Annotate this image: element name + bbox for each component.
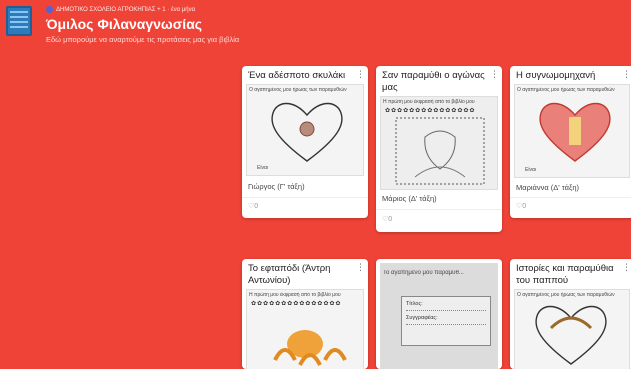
star-border: ✿✿✿✿✿✿✿✿✿✿✿✿✿✿✿ [251, 301, 342, 307]
drawn-heart [271, 102, 343, 162]
like-count[interactable]: ♡0 [516, 202, 526, 210]
thumb-header: Ο αγαπημένος μου ήρωας των παραμυθιών [517, 87, 615, 93]
like-count[interactable]: ♡0 [382, 215, 392, 223]
post-image[interactable]: Το αγαπημένο μου παραμύθ... Τίτλος: Συγγ… [380, 263, 498, 369]
kebab-icon[interactable]: ⋮ [622, 262, 631, 273]
post-card[interactable]: Ένα αδέσποτο σκυλάκι ⋮ Ο αγαπημένος μου … [242, 66, 368, 218]
author-avatar[interactable] [46, 6, 53, 13]
post-image[interactable]: Η πρώτη μου έκφρασή από το βιβλίο μου ✿✿… [380, 96, 498, 190]
post-title: Ιστορίες και παραμύθια του παππού [516, 263, 614, 286]
thumb-header: Το αγαπημένο μου παραμύθ... [383, 270, 464, 276]
post-author: Γιώργος (Γ' τάξη) [248, 182, 305, 191]
board-title: Όμιλος Φιλαναγνωσίας [46, 16, 203, 32]
kebab-icon[interactable]: ⋮ [356, 262, 365, 273]
like-number: 0 [254, 203, 259, 210]
kebab-icon[interactable]: ⋮ [622, 69, 631, 80]
star-border: ✿✿✿✿✿✿✿✿✿✿✿✿✿✿✿ [385, 108, 476, 114]
board-logo-icon [6, 6, 32, 36]
thumb-header: Η πρώτη μου έκφρασή από το βιβλίο μου [249, 292, 341, 298]
thumb-line: Τίτλος: [406, 301, 423, 307]
post-title: Το εφταπόδι (Άντρη Αντωνίου) [248, 263, 331, 286]
post-image[interactable]: Ο αγαπημένος μου ήρωας των παραμυθιών Εί… [514, 84, 630, 178]
thumb-header: Ο αγαπημένος μου ήρωας των παραμυθιών [249, 87, 347, 93]
post-card[interactable]: Το εφταπόδι (Άντρη Αντωνίου) ⋮ Η πρώτη μ… [242, 259, 368, 369]
post-image[interactable]: Ο αγαπημένος μου ήρωας των παραμυθιών [514, 289, 630, 369]
post-image[interactable]: Ο αγαπημένος μου ήρωας των παραμυθιών Εί… [246, 84, 364, 176]
octopus-drawing [273, 330, 347, 366]
board-subtitle: Εδώ μπορούμε να αναρτούμε τις προτάσεις … [46, 35, 240, 44]
like-bar [376, 209, 502, 232]
like-number: 0 [522, 203, 527, 210]
post-title: Η συγνωμομηχανή [516, 70, 596, 81]
post-card[interactable]: Η συγνωμομηχανή ⋮ Ο αγαπημένος μου ήρωας… [510, 66, 631, 218]
like-bar [510, 197, 631, 218]
post-image[interactable]: Η πρώτη μου έκφρασή από το βιβλίο μου ✿✿… [246, 289, 364, 369]
thumb-footer: Είναι [525, 167, 536, 173]
post-card[interactable]: ⋮ Το αγαπημένο μου παραμύθ... Τίτλος: Συ… [376, 259, 502, 369]
post-card[interactable]: Σαν παραμύθι ο αγώνας μας ⋮ Η πρώτη μου … [376, 66, 502, 232]
kebab-icon[interactable]: ⋮ [490, 69, 499, 80]
post-author: Μαριάννα (Δ' τάξη) [516, 183, 580, 192]
post-card[interactable]: Ιστορίες και παραμύθια του παππού ⋮ Ο αγ… [510, 259, 631, 369]
board-header: ΔΗΜΟΤΙΚΟ ΣΧΟΛΕΙΟ ΑΓΡΟΚΗΠΙΑΣ + 1 · ένα μή… [0, 0, 631, 60]
kebab-icon[interactable]: ⋮ [356, 69, 365, 80]
like-count[interactable]: ♡0 [248, 202, 258, 210]
like-bar [242, 197, 368, 218]
post-title: Σαν παραμύθι ο αγώνας μας [382, 70, 485, 93]
thumb-line: Συγγραφέας: [406, 315, 438, 321]
drawn-heart [535, 305, 607, 365]
thumb-footer: Είναι [257, 165, 268, 171]
drawn-heart [539, 102, 611, 162]
board-meta-text: ΔΗΜΟΤΙΚΟ ΣΧΟΛΕΙΟ ΑΓΡΟΚΗΠΙΑΣ + 1 · ένα μή… [56, 6, 196, 13]
like-number: 0 [388, 216, 393, 223]
sketch-drawing [395, 117, 485, 185]
post-title: Ένα αδέσποτο σκυλάκι [248, 70, 346, 81]
board-meta: ΔΗΜΟΤΙΚΟ ΣΧΟΛΕΙΟ ΑΓΡΟΚΗΠΙΑΣ + 1 · ένα μή… [46, 6, 195, 13]
post-author: Μάριος (Δ' τάξη) [382, 194, 437, 203]
thumb-header: Η πρώτη μου έκφρασή από το βιβλίο μου [383, 99, 475, 105]
thumb-title-box: Τίτλος: Συγγραφέας: [401, 296, 491, 346]
